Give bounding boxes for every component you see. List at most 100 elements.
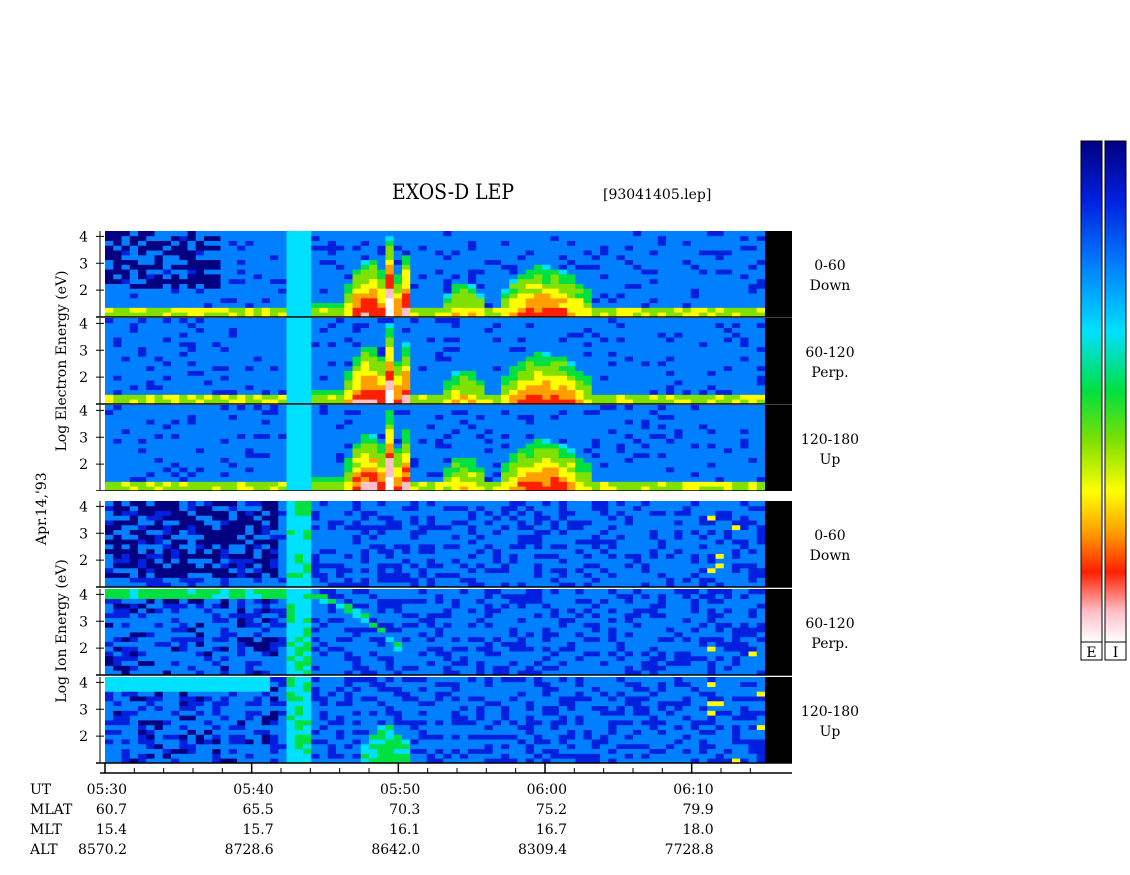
heatmap-cell — [674, 448, 683, 454]
heatmap-cell — [641, 240, 650, 246]
heatmap-cell — [154, 433, 164, 439]
heatmap-cell — [385, 524, 395, 531]
heatmap-cell — [633, 283, 642, 289]
heatmap-cell — [360, 534, 370, 540]
heatmap-cell — [699, 389, 708, 395]
heatmap-cell — [591, 428, 601, 435]
heatmap-cell — [377, 414, 386, 420]
heatmap-cell — [410, 337, 419, 343]
heatmap-cell — [336, 428, 345, 435]
heatmap-cell — [501, 462, 510, 468]
heatmap-cell — [121, 438, 131, 444]
heatmap-cell — [336, 501, 345, 507]
heatmap-cell — [377, 577, 386, 583]
heatmap-cell — [286, 293, 296, 299]
heatmap-cell — [492, 365, 502, 371]
heatmap-cell — [674, 346, 683, 352]
heatmap-cell — [105, 235, 114, 241]
heatmap-cell — [616, 245, 626, 251]
heatmap-cell — [278, 259, 287, 265]
heatmap-cell — [220, 405, 230, 411]
heatmap-cell — [253, 322, 263, 328]
heatmap-cell — [179, 548, 188, 554]
heatmap-cell — [171, 501, 180, 507]
heatmap-cell — [558, 394, 568, 400]
heatmap-cell — [311, 327, 320, 333]
heatmap-cell — [558, 448, 568, 454]
heatmap-cell — [633, 443, 642, 449]
heatmap-cell — [171, 375, 180, 381]
heatmap-cell — [286, 501, 296, 507]
heatmap-cell — [418, 361, 428, 367]
heatmap-cell — [369, 370, 378, 376]
heatmap-cell — [187, 297, 197, 304]
heatmap-cell — [369, 356, 378, 362]
heatmap-cell — [352, 438, 362, 444]
heatmap-cell — [204, 351, 213, 357]
heatmap-cell — [756, 274, 766, 280]
heatmap-cell — [278, 384, 287, 391]
heatmap-cell — [707, 481, 716, 487]
heatmap-cell — [756, 462, 766, 468]
heatmap-cell — [575, 297, 584, 304]
heatmap-cell — [550, 384, 560, 391]
heatmap-cell — [715, 259, 725, 265]
heatmap-cell — [179, 318, 188, 324]
heatmap-cell — [369, 424, 378, 430]
heatmap-cell — [327, 553, 337, 559]
heatmap-cell — [525, 380, 535, 386]
heatmap-cell — [468, 424, 477, 430]
heatmap-cell — [476, 389, 485, 395]
heatmap-cell — [369, 269, 378, 275]
heatmap-cell — [286, 558, 296, 564]
heatmap-cell — [756, 419, 766, 425]
heatmap-cell — [575, 307, 584, 313]
heatmap-cell — [740, 259, 749, 265]
heatmap-cell — [393, 293, 403, 299]
heatmap-cell — [319, 505, 329, 511]
heatmap-cell — [699, 231, 708, 237]
heatmap-cell — [270, 278, 279, 284]
heatmap-cell — [740, 235, 749, 241]
heatmap-cell — [187, 409, 197, 415]
heatmap-cell — [558, 409, 568, 415]
heatmap-cell — [418, 471, 428, 478]
heatmap-cell — [162, 515, 172, 521]
heatmap-cell — [336, 567, 345, 574]
heatmap-cell — [501, 438, 510, 444]
heatmap-cell — [715, 380, 725, 386]
heatmap-cell — [146, 269, 155, 275]
heatmap-cell — [369, 448, 378, 454]
heatmap-cell — [484, 457, 494, 463]
heatmap-cell — [195, 356, 205, 362]
heatmap-cell — [393, 539, 403, 545]
heatmap-cell — [393, 341, 403, 348]
heatmap-cell — [113, 351, 122, 357]
heatmap-cell — [261, 438, 271, 444]
heatmap-cell — [129, 337, 139, 343]
heatmap-cell — [245, 240, 254, 246]
heatmap-cell — [435, 259, 444, 265]
heatmap-cell — [270, 375, 279, 381]
heatmap-cell — [418, 433, 428, 439]
heatmap-cell — [756, 356, 766, 362]
heatmap-cell — [162, 558, 172, 564]
heatmap-cell — [624, 307, 634, 313]
heatmap-cell — [459, 322, 469, 328]
heatmap-cell — [377, 515, 386, 521]
heatmap-cell — [204, 520, 213, 526]
heatmap-cell — [228, 231, 238, 237]
heatmap-cell — [303, 476, 312, 482]
heatmap-cell — [443, 471, 452, 478]
heatmap-cell — [204, 318, 213, 324]
heatmap-cell — [261, 515, 271, 521]
heatmap-cell — [146, 337, 155, 343]
heatmap-cell — [715, 471, 725, 478]
heatmap-cell — [575, 452, 584, 458]
heatmap-cell — [393, 264, 403, 270]
heatmap-cell — [517, 419, 527, 425]
heatmap-cell — [360, 389, 370, 395]
heatmap-cell — [253, 424, 263, 430]
heatmap-cell — [138, 341, 147, 348]
heatmap-cell — [649, 297, 659, 304]
